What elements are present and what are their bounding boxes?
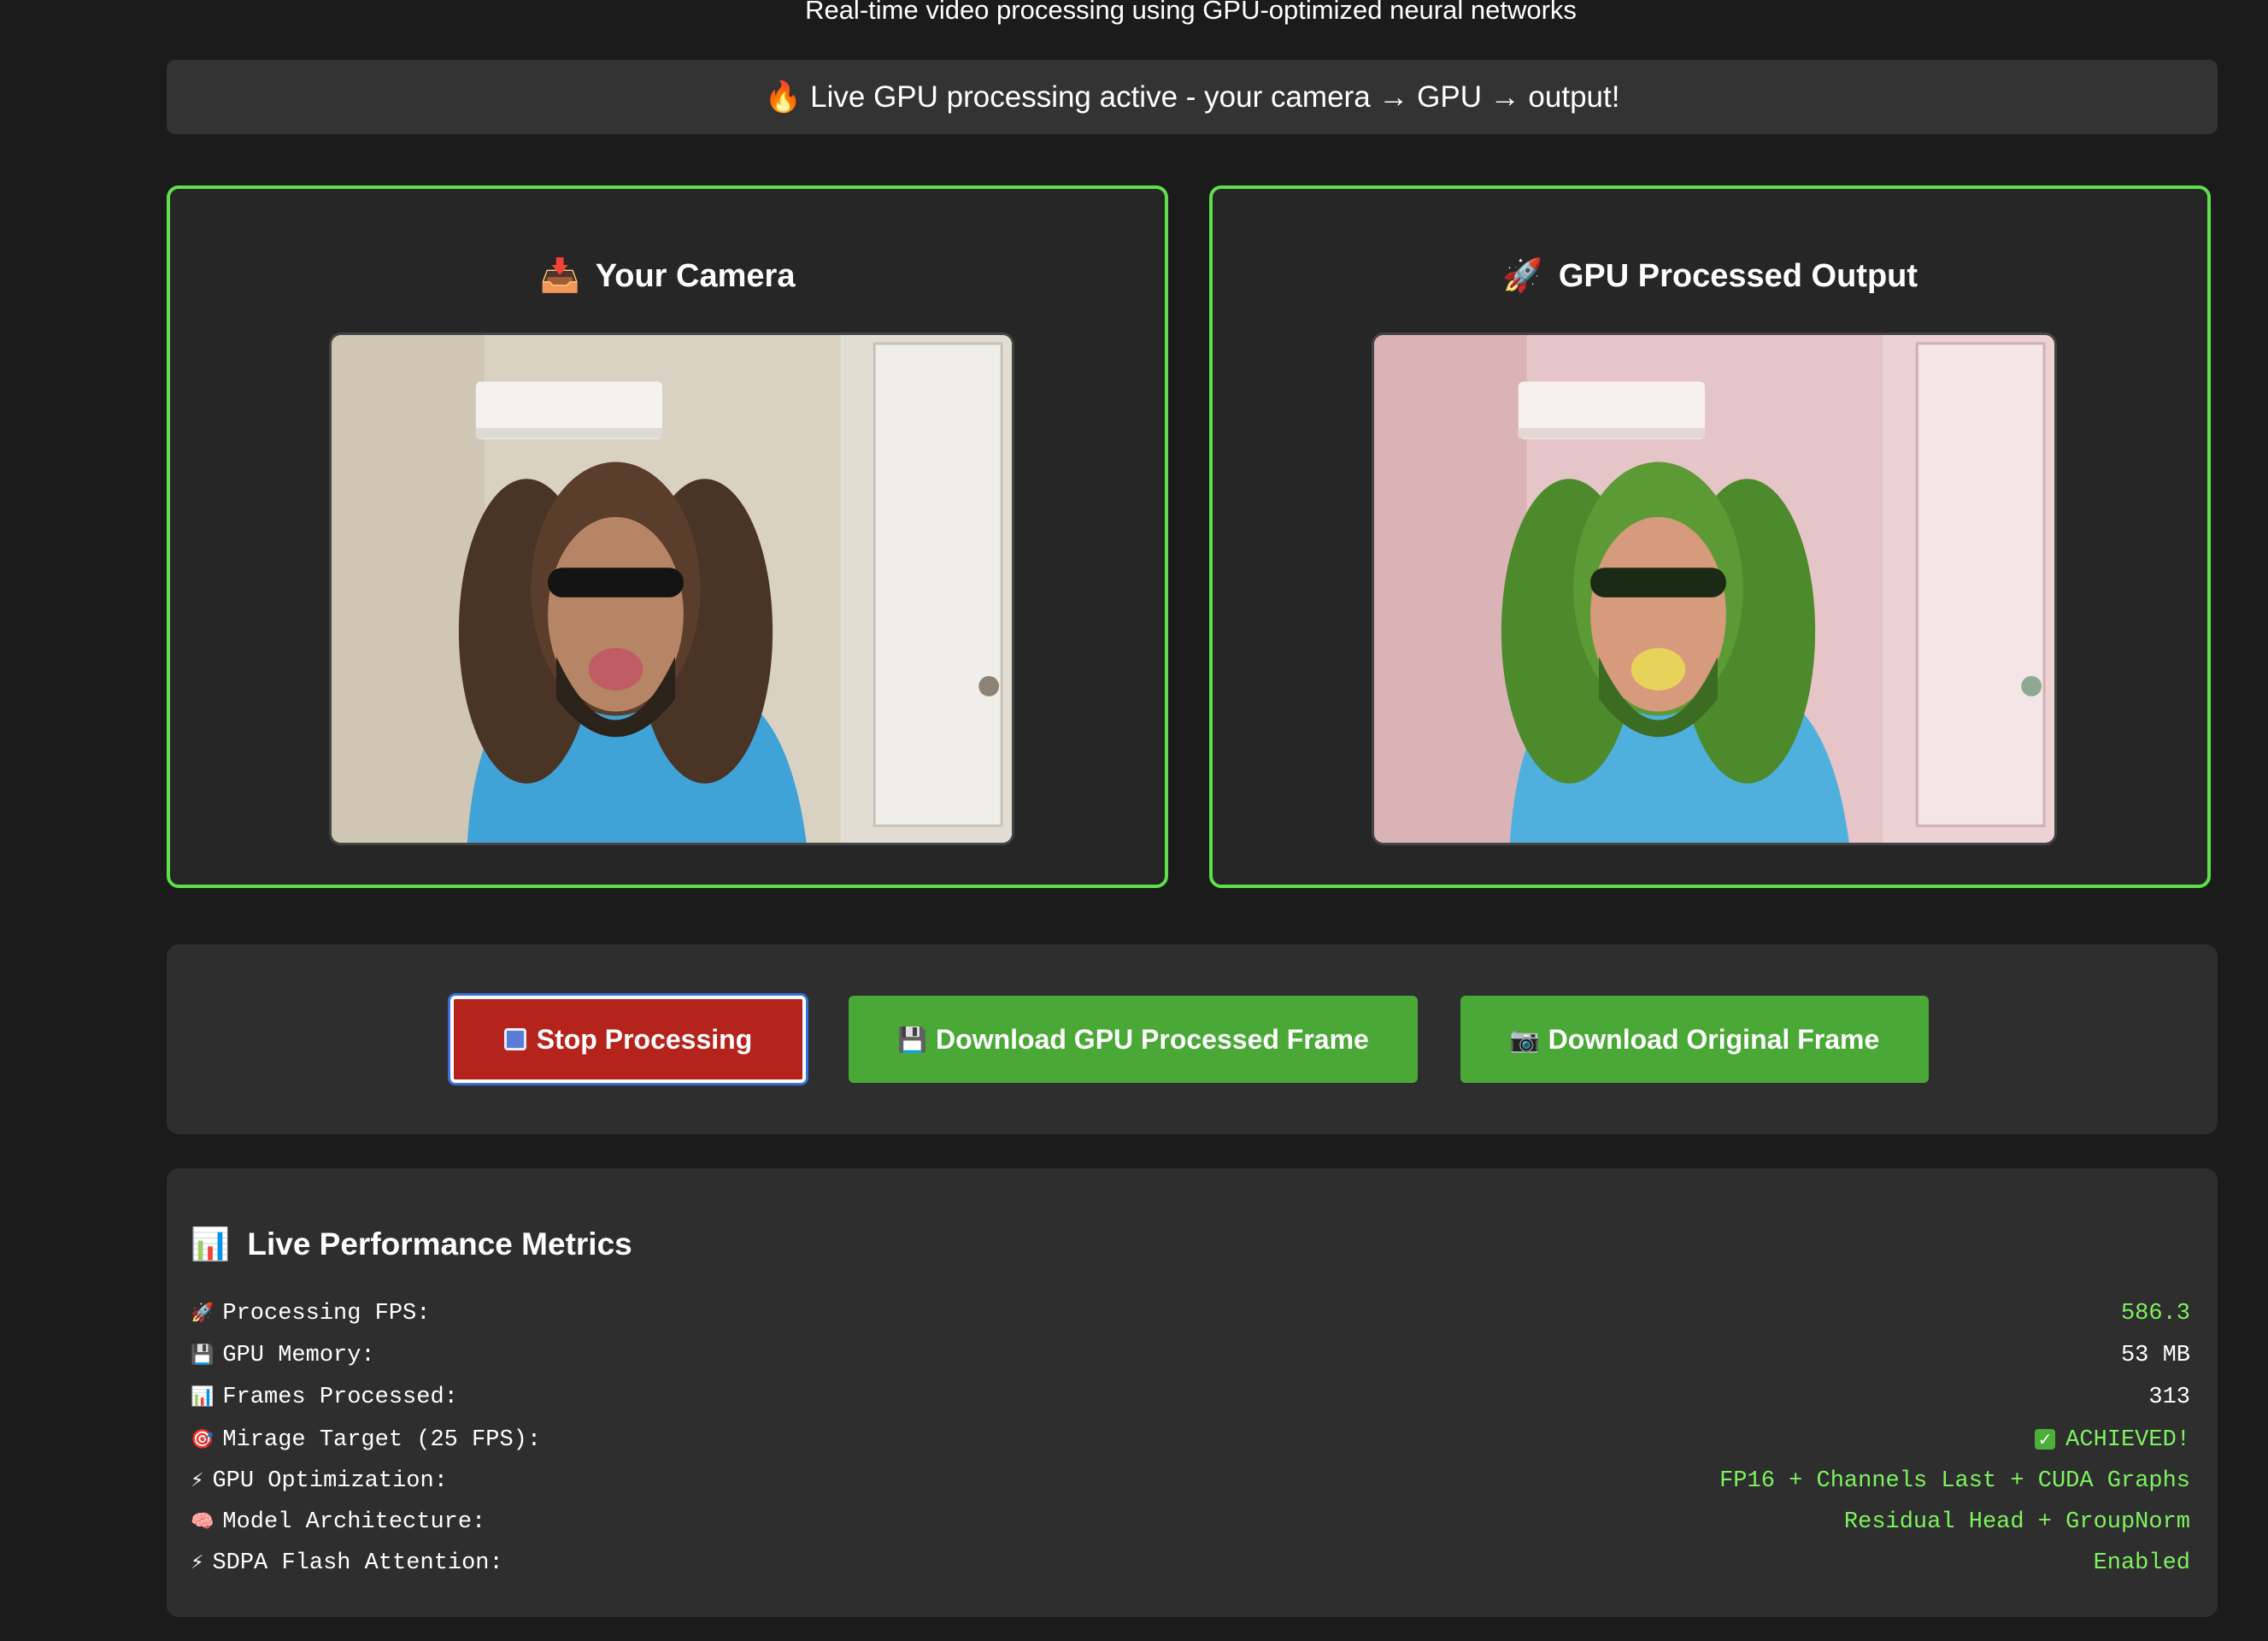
bar-chart-icon: 📊	[191, 1226, 231, 1262]
metric-value: Residual Head + GroupNorm	[1843, 1509, 2190, 1535]
stop-processing-button[interactable]: Stop Processing	[450, 996, 806, 1083]
metric-label: Mirage Target (25 FPS):	[222, 1427, 542, 1453]
status-banner: 🔥 Live GPU processing active - your came…	[167, 60, 2218, 134]
output-panel-title: 🚀 GPU Processed Output	[1213, 257, 2207, 295]
metrics-panel: 📊 Live Performance Metrics 🚀 Processing F…	[167, 1168, 2218, 1617]
download-gpu-frame-button[interactable]: 💾 Download GPU Processed Frame	[849, 996, 1418, 1083]
output-title-label: GPU Processed Output	[1558, 258, 1918, 294]
metric-value: 313	[2148, 1385, 2190, 1410]
camera-panel: 📥 Your Camera	[167, 185, 1168, 888]
lightning-icon: ⚡	[191, 1470, 204, 1491]
metric-label: GPU Memory:	[222, 1343, 375, 1368]
metric-label: Model Architecture:	[222, 1509, 486, 1535]
metric-value: 586.3	[2120, 1301, 2190, 1326]
metric-row-model-architecture: 🧠 Model Architecture: Residual Head + Gro…	[191, 1505, 2190, 1539]
metric-row-gpu-optimization: ⚡ GPU Optimization: FP16 + Channels Last …	[191, 1464, 2190, 1498]
metric-row-mirage-target: 🎯 Mirage Target (25 FPS): ✓ ACHIEVED!	[191, 1423, 2190, 1457]
metric-value: Enabled	[2093, 1550, 2190, 1576]
metric-label: GPU Optimization:	[212, 1468, 448, 1494]
metrics-title: 📊 Live Performance Metrics	[191, 1226, 632, 1263]
camera-panel-title: 📥 Your Camera	[170, 257, 1165, 295]
metric-row-gpu-memory: 💾 GPU Memory: 53 MB	[191, 1338, 2190, 1373]
floppy-disk-icon: 💾	[191, 1344, 214, 1366]
fire-icon: 🔥	[764, 80, 802, 114]
metric-label: Processing FPS:	[222, 1301, 431, 1326]
controls-bar: Stop Processing 💾 Download GPU Processed…	[167, 944, 2218, 1134]
stop-icon	[503, 1028, 526, 1050]
output-video-image	[1374, 335, 2054, 843]
inbox-tray-icon: 📥	[539, 258, 580, 294]
metric-value: FP16 + Channels Last + CUDA Graphs	[1719, 1468, 2190, 1494]
metric-row-processing-fps: 🚀 Processing FPS: 586.3	[191, 1297, 2190, 1331]
rocket-icon: 🚀	[1501, 258, 1543, 294]
camera-video-image	[332, 335, 1012, 843]
rocket-icon: 🚀	[191, 1303, 214, 1324]
brain-icon: 🧠	[191, 1511, 214, 1532]
metric-value: ACHIEVED!	[2065, 1427, 2190, 1453]
download-gpu-frame-label: Download GPU Processed Frame	[936, 1023, 1369, 1055]
output-video	[1372, 332, 2057, 845]
metrics-title-label: Live Performance Metrics	[247, 1226, 632, 1262]
metric-label: SDPA Flash Attention:	[212, 1550, 503, 1576]
target-icon: 🎯	[191, 1429, 214, 1450]
camera-icon: 📷	[1509, 1026, 1540, 1053]
output-panel: 🚀 GPU Processed Output	[1209, 185, 2211, 888]
metric-label: Frames Processed:	[222, 1385, 458, 1410]
page-subtitle: Real-time video processing using GPU-opt…	[805, 0, 1577, 25]
download-original-frame-button[interactable]: 📷 Download Original Frame	[1460, 996, 1929, 1083]
stop-processing-label: Stop Processing	[536, 1023, 753, 1055]
camera-video	[329, 332, 1014, 845]
metric-value-achieved: ✓ ACHIEVED!	[2035, 1427, 2190, 1453]
bar-chart-icon: 📊	[191, 1386, 214, 1408]
status-text: Live GPU processing active - your camera…	[810, 79, 1620, 114]
camera-title-label: Your Camera	[595, 258, 796, 294]
metric-row-frames-processed: 📊 Frames Processed: 313	[191, 1380, 2190, 1415]
check-mark-icon: ✓	[2035, 1428, 2056, 1450]
metric-value: 53 MB	[2120, 1343, 2190, 1368]
lightning-icon: ⚡	[191, 1552, 204, 1573]
floppy-disk-icon: 💾	[897, 1026, 928, 1053]
app-page: Real-time video processing using GPU-opt…	[0, 0, 2268, 1641]
metric-row-sdpa-flash-attention: ⚡ SDPA Flash Attention: Enabled	[191, 1546, 2190, 1580]
download-original-frame-label: Download Original Frame	[1548, 1023, 1880, 1055]
